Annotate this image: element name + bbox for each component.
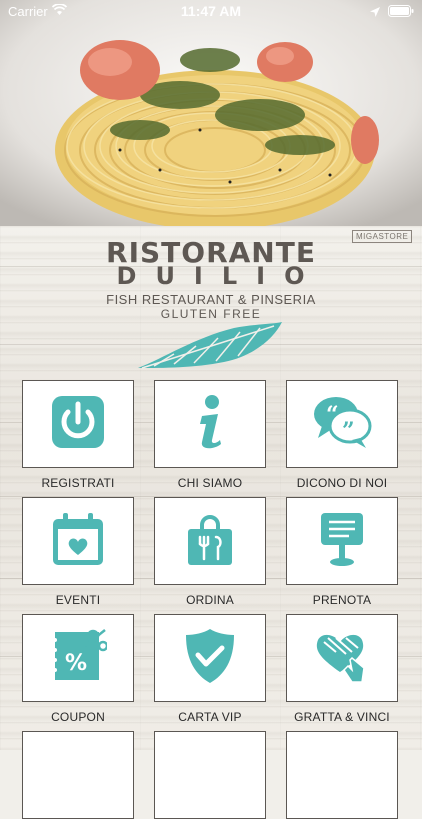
- tile-box[interactable]: %: [22, 614, 134, 702]
- tile-box[interactable]: “”: [286, 380, 398, 468]
- tile-coupon[interactable]: % COUPON: [22, 614, 134, 724]
- svg-text:“: “: [326, 402, 339, 428]
- tile-box[interactable]: [22, 497, 134, 585]
- tile-box[interactable]: [286, 614, 398, 702]
- feather-logo-icon: [134, 318, 284, 377]
- tile-box[interactable]: [154, 380, 266, 468]
- tile-row4-2[interactable]: [154, 731, 266, 819]
- battery-icon: [388, 5, 414, 20]
- tile-row4-3[interactable]: [286, 731, 398, 819]
- tile-ordina[interactable]: ORDINA: [154, 497, 266, 607]
- tile-registrati[interactable]: REGISTRATI: [22, 380, 134, 490]
- scratch-card-icon: [312, 628, 372, 689]
- svg-text:”: ”: [342, 418, 355, 444]
- tile-label: PRENOTA: [312, 593, 372, 607]
- tile-prenota[interactable]: PRENOTA: [286, 497, 398, 607]
- tile-chi-siamo[interactable]: CHI SIAMO: [154, 380, 266, 490]
- power-icon: [50, 394, 106, 455]
- info-icon: [190, 394, 230, 455]
- svg-text:%: %: [65, 651, 87, 676]
- tile-box[interactable]: [154, 731, 266, 819]
- logo-subtitle: FISH RESTAURANT & PINSERIA: [106, 292, 316, 307]
- tile-label: REGISTRATI: [41, 476, 115, 490]
- clock: 11:47 AM: [180, 3, 242, 19]
- tile-box[interactable]: [22, 731, 134, 819]
- tile-label: DICONO DI NOI: [296, 476, 388, 490]
- tile-carta-vip[interactable]: CARTA VIP: [154, 614, 266, 724]
- tile-label: CHI SIAMO: [177, 476, 243, 490]
- shield-check-icon: [184, 627, 236, 690]
- quote-chat-icon: “”: [312, 394, 372, 455]
- tile-label: CARTA VIP: [178, 710, 242, 724]
- tile-row4-1[interactable]: [22, 731, 134, 819]
- reservation-sign-icon: [319, 511, 365, 572]
- status-bar: Carrier 11:47 AM: [0, 0, 422, 22]
- tile-label: GRATTA & VINCI: [294, 710, 390, 724]
- coupon-percent-icon: %: [49, 626, 109, 691]
- tile-gratta-vinci[interactable]: GRATTA & VINCI: [286, 614, 398, 724]
- tile-box[interactable]: [286, 497, 398, 585]
- tile-label: ORDINA: [186, 593, 234, 607]
- tile-dicono-di-noi[interactable]: “” DICONO DI NOI: [286, 380, 398, 490]
- location-arrow-icon: [370, 5, 380, 20]
- shopping-bag-cutlery-icon: [186, 511, 234, 572]
- tile-box[interactable]: [22, 380, 134, 468]
- tile-label: COUPON: [51, 710, 105, 724]
- tile-box[interactable]: [286, 731, 398, 819]
- hero-image: [0, 0, 422, 226]
- tile-label: EVENTI: [55, 593, 101, 607]
- calendar-heart-icon: [51, 511, 105, 572]
- tile-box[interactable]: [154, 497, 266, 585]
- tile-eventi[interactable]: EVENTI: [22, 497, 134, 607]
- tile-box[interactable]: [154, 614, 266, 702]
- logo-name: DUILIO: [116, 262, 324, 290]
